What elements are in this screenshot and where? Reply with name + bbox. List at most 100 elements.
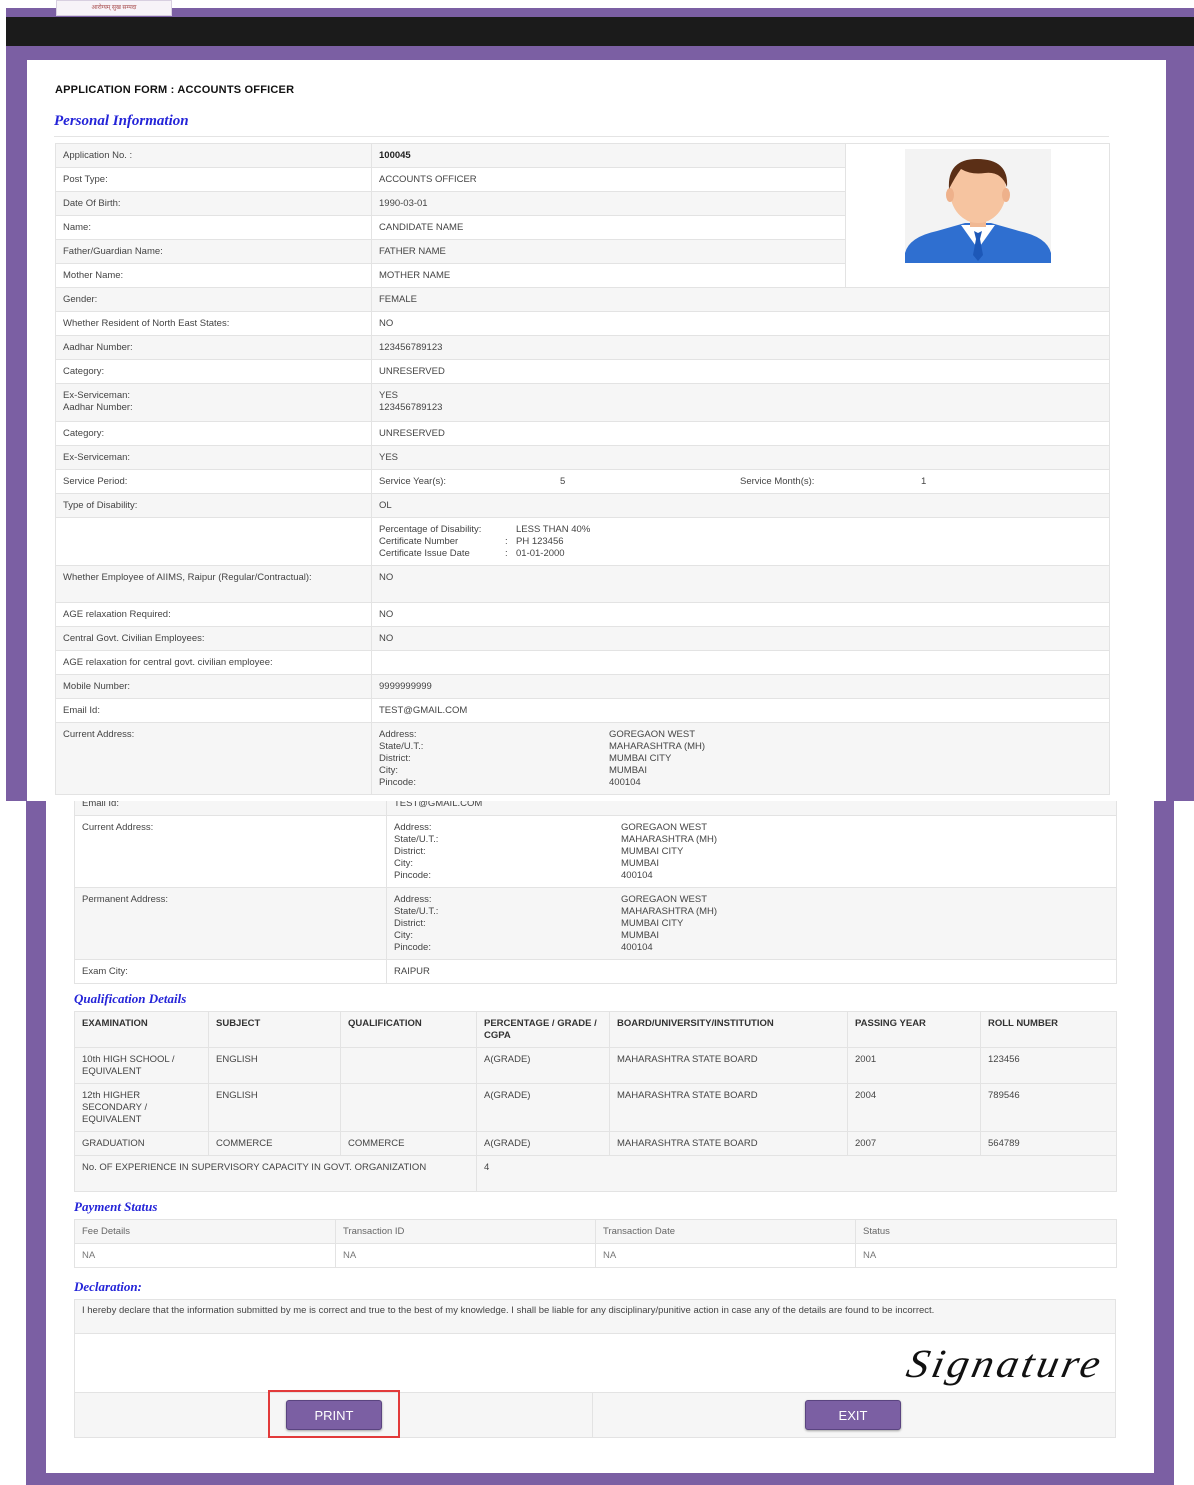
address-key: Pincode: — [394, 942, 431, 953]
label-category: Category: — [55, 359, 372, 384]
address-key: Pincode: — [394, 870, 431, 881]
form-panel-bottom: Email Id: TEST@GMAIL.COM Current Address… — [46, 801, 1154, 1473]
label-email-cut: Email Id: — [74, 801, 387, 816]
cell-percentage: A(GRADE) — [476, 1083, 610, 1132]
label-email: Email Id: — [55, 698, 372, 723]
cell-examination: GRADUATION — [74, 1131, 209, 1156]
value-mother-name: MOTHER NAME — [371, 263, 846, 288]
value-exservice-2: YES — [371, 445, 1110, 470]
label-service-period: Service Period: — [55, 469, 372, 494]
disability-details: Percentage of Disability: LESS THAN 40% C… — [371, 517, 1110, 566]
table-row: 12th HIGHER SECONDARY / EQUIVALENT ENGLI… — [74, 1083, 1117, 1132]
table-row: 10th HIGH SCHOOL / EQUIVALENT ENGLISH A(… — [74, 1047, 1117, 1084]
label-dob: Date Of Birth: — [55, 191, 372, 216]
cell-roll-number: 123456 — [980, 1047, 1117, 1084]
address-value: GOREGAON WEST — [609, 729, 696, 740]
address-value: 400104 — [621, 870, 653, 881]
cert-issue-value: 01-01-2000 — [516, 548, 565, 559]
cert-number-label: Certificate Number — [379, 536, 459, 547]
cell-subject: ENGLISH — [208, 1047, 341, 1084]
cell-examination: 10th HIGH SCHOOL / EQUIVALENT — [74, 1047, 209, 1084]
value-mobile: 9999999999 — [371, 674, 1110, 699]
value-age-relaxation: NO — [371, 602, 1110, 627]
address-value: 400104 — [609, 777, 641, 788]
table-row: GRADUATION COMMERCE COMMERCE A(GRADE) MA… — [74, 1131, 1117, 1156]
experience-row: No. OF EXPERIENCE IN SUPERVISORY CAPACIT… — [74, 1155, 1117, 1192]
address-value: MUMBAI — [609, 765, 647, 776]
disability-pct-value: LESS THAN 40% — [516, 524, 591, 535]
address-value: 400104 — [621, 942, 653, 953]
label-post-type: Post Type: — [55, 167, 372, 192]
payment-heading: Payment Status — [74, 1199, 158, 1214]
address-value: MAHARASHTRA (MH) — [609, 741, 706, 752]
label-age-relaxation: AGE relaxation Required: — [55, 602, 372, 627]
address-key: State/U.T.: — [394, 834, 439, 845]
cell-fee-details: NA — [74, 1243, 336, 1268]
address-value: GOREGAON WEST — [621, 822, 708, 833]
cell-status: NA — [855, 1243, 1117, 1268]
value-category: UNRESERVED — [371, 359, 1110, 384]
form-panel-top: APPLICATION FORM : ACCOUNTS OFFICER Pers… — [27, 60, 1166, 801]
value-aiims-employee: NO — [371, 565, 1110, 603]
address-key: City: — [394, 858, 413, 869]
value-exservice-aadhar: YES 123456789123 — [371, 383, 1110, 422]
top-nav-bar — [6, 17, 1194, 46]
address-value: MUMBAI — [621, 858, 659, 869]
label-current-address-2: Current Address: — [74, 815, 387, 888]
address-key: State/U.T.: — [379, 741, 424, 752]
label-application-no: Application No. : — [55, 143, 372, 168]
label-aadhar: Aadhar Number: — [55, 335, 372, 360]
address-value: GOREGAON WEST — [621, 894, 708, 905]
value-email: TEST@GMAIL.COM — [371, 698, 1110, 723]
value-category-2: UNRESERVED — [371, 421, 1110, 446]
label-category-2: Category: — [55, 421, 372, 446]
col-transaction-date: Transaction Date — [595, 1219, 856, 1244]
label-father-name: Father/Guardian Name: — [55, 239, 372, 264]
label-exservice-aadhar: Ex-Serviceman: Aadhar Number: — [55, 383, 372, 422]
exit-button[interactable]: EXIT — [805, 1400, 901, 1430]
section-divider — [54, 136, 1109, 137]
cell-passing-year: 2004 — [847, 1083, 981, 1132]
value-exservice: YES — [379, 390, 399, 401]
cell-transaction-id: NA — [335, 1243, 596, 1268]
address-key: District: — [379, 753, 411, 764]
candidate-photo — [904, 149, 1051, 263]
personal-info-heading: Personal Information — [54, 113, 189, 129]
cert-issue-label: Certificate Issue Date — [379, 548, 470, 559]
cell-qualification — [340, 1047, 477, 1084]
service-year-value: 5 — [560, 476, 566, 487]
qualification-heading: Qualification Details — [74, 991, 187, 1006]
label-aadhar-2: Aadhar Number: — [63, 402, 133, 413]
col-board: BOARD/UNIVERSITY/INSTITUTION — [609, 1011, 848, 1048]
label-name: Name: — [55, 215, 372, 240]
cell-roll-number: 564789 — [980, 1131, 1117, 1156]
value-permanent-address: Address: GOREGAON WEST State/U.T.: MAHARAS… — [386, 887, 1117, 960]
value-name: CANDIDATE NAME — [371, 215, 846, 240]
cell-qualification: COMMERCE — [340, 1131, 477, 1156]
value-north-east: NO — [371, 311, 1110, 336]
print-highlight-box — [268, 1390, 400, 1438]
value-aadhar-2: 123456789123 — [379, 402, 443, 413]
cell-board: MAHARASHTRA STATE BOARD — [609, 1047, 848, 1084]
value-current-address: Address: GOREGAON WEST State/U.T.: MAHARAS… — [371, 722, 1110, 795]
separator: : — [505, 536, 508, 547]
label-aiims-employee: Whether Employee of AIIMS, Raipur (Regul… — [55, 565, 372, 603]
label-central-govt: Central Govt. Civilian Employees: — [55, 626, 372, 651]
label-disability: Type of Disability: — [55, 493, 372, 518]
disability-detail-label-cell — [55, 517, 372, 566]
address-key: Address: — [379, 729, 417, 740]
value-dob: 1990-03-01 — [371, 191, 846, 216]
signature-area: Signature — [75, 1334, 1115, 1393]
label-north-east: Whether Resident of North East States: — [55, 311, 372, 336]
col-qualification: QUALIFICATION — [340, 1011, 477, 1048]
cell-passing-year: 2007 — [847, 1131, 981, 1156]
value-post-type: ACCOUNTS OFFICER — [371, 167, 846, 192]
payment-table: Fee Details Transaction ID Transaction D… — [74, 1219, 1117, 1268]
button-row: PRINT EXIT — [75, 1393, 1115, 1437]
value-current-address-2: Address: GOREGAON WEST State/U.T.: MAHARAS… — [386, 815, 1117, 888]
col-status: Status — [855, 1219, 1117, 1244]
signature-image: Signature — [902, 1341, 1108, 1386]
address-value: MUMBAI CITY — [609, 753, 672, 764]
table-row: NA NA NA NA — [74, 1243, 1117, 1268]
label-mobile: Mobile Number: — [55, 674, 372, 699]
